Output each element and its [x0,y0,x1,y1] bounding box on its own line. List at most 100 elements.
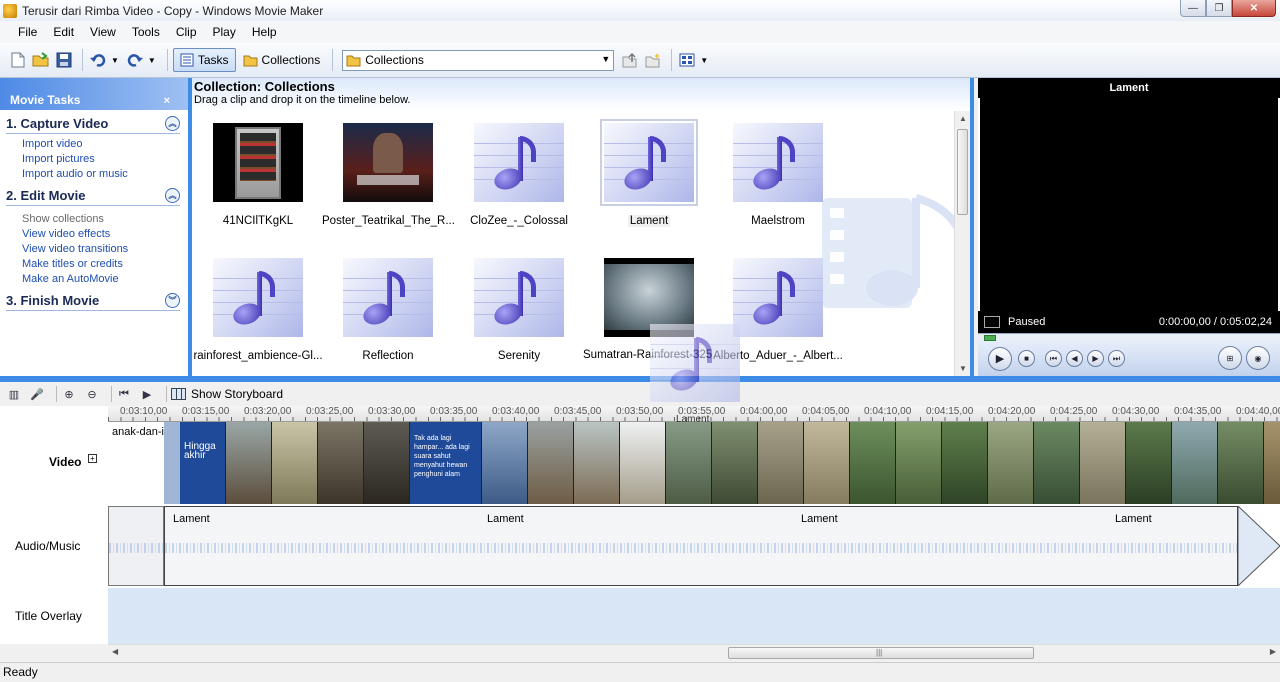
scroll-right-icon[interactable]: ▶ [1270,647,1276,656]
video-track[interactable]: anak-dan-i... Hingga akhir Tak ada lagi … [108,422,1280,504]
audio-clip-previous[interactable] [108,506,164,586]
next-frame-button[interactable]: ⏭ [1108,350,1125,367]
open-project-icon[interactable] [31,50,51,70]
video-frame[interactable] [1172,422,1218,504]
show-storyboard-button[interactable]: Show Storyboard [171,387,283,401]
take-picture-button[interactable]: ◉ [1246,346,1270,370]
task-section-title[interactable]: 2. Edit Movie ︽ [6,188,180,206]
menu-clip[interactable]: Clip [168,25,205,39]
play-timeline-icon[interactable]: ▶ [139,386,155,402]
video-frame[interactable] [988,422,1034,504]
new-project-icon[interactable] [8,50,28,70]
video-frame[interactable]: Hingga akhir [180,422,226,504]
audio-clip[interactable]: Lament Lament Lament Lament [164,506,1238,586]
scroll-left-icon[interactable]: ◀ [112,647,118,656]
video-frame[interactable] [666,422,712,504]
video-clip-edge[interactable] [164,422,180,504]
collection-item[interactable]: Reflection [322,258,454,362]
task-section-title[interactable]: 3. Finish Movie ︾ [6,293,180,311]
task-section-title[interactable]: 1. Capture Video ︽ [6,116,180,134]
video-frame[interactable] [226,422,272,504]
video-frame[interactable] [850,422,896,504]
collapse-icon[interactable]: ︽ [165,116,180,131]
menu-view[interactable]: View [82,25,124,39]
stop-button[interactable]: ■ [1018,350,1035,367]
seek-bar[interactable] [978,333,1280,341]
menu-tools[interactable]: Tools [124,25,168,39]
collection-item[interactable]: Maelstrom [712,123,844,227]
menu-file[interactable]: File [10,25,45,39]
rewind-timeline-icon[interactable]: ⏮ [116,386,132,402]
video-frame[interactable] [896,422,942,504]
previous-frame-button[interactable]: ⏮ [1045,350,1062,367]
video-frame[interactable] [942,422,988,504]
close-icon[interactable]: × [164,95,170,107]
collection-scrollbar[interactable]: ▲ ▼ [954,111,970,376]
view-video-transitions-link[interactable]: View video transitions [6,242,180,257]
collapse-icon[interactable]: ︽ [165,188,180,203]
show-collections-link[interactable]: Show collections [6,212,180,227]
collection-item[interactable]: Poster_Teatrikal_The_R... [322,123,454,227]
collection-item[interactable]: 41NCIlTKgKL [192,123,324,227]
video-frame[interactable] [574,422,620,504]
expand-icon[interactable]: ︾ [165,293,180,308]
import-audio-link[interactable]: Import audio or music [6,167,180,182]
video-frame[interactable] [1034,422,1080,504]
video-frame[interactable] [1264,422,1280,504]
expand-track-icon[interactable]: + [88,454,97,463]
scroll-down-icon[interactable]: ▼ [959,364,967,373]
undo-icon[interactable] [88,50,108,70]
video-frame[interactable] [364,422,410,504]
close-button[interactable]: ✕ [1232,0,1276,17]
collection-select[interactable]: Collections ▼ [342,49,615,71]
menu-play[interactable]: Play [205,25,244,39]
video-frames[interactable]: Hingga akhir Tak ada lagi hampar... ada … [180,422,1280,504]
forward-button[interactable]: ▶ [1087,350,1104,367]
redo-icon[interactable] [125,50,145,70]
collection-item[interactable]: rainforest_ambience-Gl... [192,258,324,362]
play-button[interactable]: ▶ [988,346,1012,371]
video-frame[interactable] [482,422,528,504]
split-clip-button[interactable]: ⊞ [1218,346,1242,370]
narrate-icon[interactable]: 🎤 [29,386,45,402]
collections-button[interactable]: Collections [236,48,328,72]
audio-music-track[interactable]: Lament Lament Lament Lament [108,504,1280,588]
video-frame[interactable] [1080,422,1126,504]
view-video-effects-link[interactable]: View video effects [6,227,180,242]
views-dropdown-icon[interactable]: ▼ [700,56,708,65]
tasks-button[interactable]: Tasks [172,48,236,72]
collection-item[interactable]: Lament [583,119,715,230]
video-frame[interactable] [758,422,804,504]
title-overlay-track[interactable] [108,588,1280,644]
video-frame[interactable] [1126,422,1172,504]
import-video-link[interactable]: Import video [6,137,180,152]
collection-item[interactable]: CloZee_-_Colossal [453,123,585,227]
video-frame[interactable] [318,422,364,504]
redo-dropdown-icon[interactable]: ▼ [148,56,156,65]
make-automovie-link[interactable]: Make an AutoMovie [6,272,180,287]
zoom-in-icon[interactable]: ⊕ [61,386,77,402]
video-frame[interactable] [712,422,758,504]
video-frame[interactable] [620,422,666,504]
maximize-button[interactable]: ❐ [1206,0,1232,17]
minimize-button[interactable]: — [1180,0,1206,17]
undo-dropdown-icon[interactable]: ▼ [111,56,119,65]
video-frame[interactable] [272,422,318,504]
video-frame[interactable] [804,422,850,504]
make-titles-link[interactable]: Make titles or credits [6,257,180,272]
save-icon[interactable] [54,50,74,70]
import-pictures-link[interactable]: Import pictures [6,152,180,167]
views-icon[interactable] [677,50,697,70]
video-frame[interactable] [1218,422,1264,504]
timeline-scrollbar[interactable]: ◀ ||| ▶ [108,644,1280,660]
menu-help[interactable]: Help [244,25,285,39]
up-level-icon[interactable] [620,50,640,70]
scroll-up-icon[interactable]: ▲ [959,114,967,123]
rewind-button[interactable]: ◀ [1066,350,1083,367]
scrollbar-thumb[interactable]: ||| [728,647,1034,659]
zoom-out-icon[interactable]: ⊖ [84,386,100,402]
new-collection-folder-icon[interactable] [643,50,663,70]
menu-edit[interactable]: Edit [45,25,82,39]
collection-item[interactable]: Serenity [453,258,585,362]
scrollbar-thumb[interactable] [957,129,968,215]
